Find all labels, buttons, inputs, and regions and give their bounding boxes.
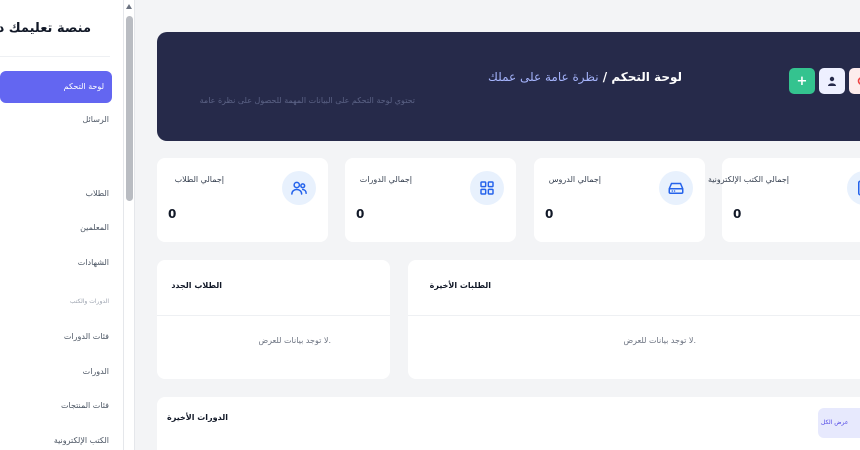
user-icon [828, 76, 836, 86]
brand-title: منصة تعليمك دوما [0, 21, 91, 36]
sidebar-item-certificates[interactable]: الشهادات [78, 258, 109, 267]
sidebar-item-product-categories[interactable]: فئات المنتجات [61, 401, 109, 410]
users-icon [282, 171, 316, 205]
scroll-thumb[interactable] [126, 16, 133, 201]
stat-value: 0 [168, 207, 177, 221]
panel-title: الدورات الأخيرة [167, 413, 228, 422]
sidebar: منصة تعليمك دوما لوحة التحكم الرسائل الط… [0, 0, 124, 450]
stat-card-ebooks: إجمالي الكتب الإلكترونية 0 [708, 158, 860, 242]
empty-state: .لا توجد بيانات للعرض [623, 336, 696, 345]
sidebar-item-students[interactable]: الطلاب [85, 189, 109, 198]
breadcrumb: نظرة عامة على عملك [488, 70, 599, 84]
stat-value: 0 [356, 207, 365, 221]
stat-label: إجمالي الدورات [359, 175, 412, 184]
plus-icon: + [796, 73, 808, 89]
add-button[interactable]: + [789, 68, 815, 94]
sidebar-item-messages[interactable]: الرسائل [83, 115, 110, 124]
view-all-button[interactable]: عرض الكل [818, 408, 860, 438]
sidebar-divider [0, 56, 110, 57]
red-action-button[interactable] [849, 68, 860, 94]
recent-orders-panel: الطلبات الأخيرة .لا توجد بيانات للعرض [408, 260, 860, 379]
book-icon [847, 171, 860, 205]
panel-title: الطلبات الأخيرة [429, 281, 491, 290]
scroll-up-arrow-icon[interactable] [126, 4, 132, 9]
stat-label: إجمالي الدروس [548, 175, 601, 184]
stat-card-courses: إجمالي الدورات 0 [345, 158, 516, 242]
page-title-main: لوحة التحكم [611, 70, 682, 84]
sidebar-item-ebooks[interactable]: الكتب الإلكترونية [54, 436, 109, 445]
user-button[interactable] [819, 68, 845, 94]
sidebar-item-teachers[interactable]: المعلمين [80, 223, 109, 232]
stat-label: إجمالي الكتب الإلكترونية [707, 175, 789, 184]
page-title: لوحة التحكم / نظرة عامة على عملك [488, 70, 682, 84]
sidebar-item-dashboard[interactable]: لوحة التحكم [0, 71, 112, 103]
panel-divider [157, 315, 390, 316]
sidebar-item-courses[interactable]: الدورات [83, 367, 109, 376]
stat-card-students: إجمالي الطلاب 0 [157, 158, 328, 242]
stat-value: 0 [545, 207, 554, 221]
empty-state: .لا توجد بيانات للعرض [258, 336, 331, 345]
grid-icon [470, 171, 504, 205]
sidebar-scrollbar[interactable] [124, 0, 135, 450]
drive-icon [659, 171, 693, 205]
panel-title: الطلاب الجدد [171, 281, 222, 290]
panel-divider [408, 315, 860, 316]
new-students-panel: الطلاب الجدد .لا توجد بيانات للعرض [157, 260, 390, 379]
dashboard-header: لوحة التحكم / نظرة عامة على عملك تحتوي ل… [157, 32, 860, 141]
page-subtitle: تحتوي لوحة التحكم على البيانات المهمة لل… [199, 96, 415, 105]
stat-label: إجمالي الطلاب [174, 175, 224, 184]
stat-card-lessons: إجمالي الدروس 0 [534, 158, 705, 242]
stat-value: 0 [733, 207, 742, 221]
breadcrumb-separator: / [598, 70, 612, 84]
sidebar-item-course-categories[interactable]: فئات الدورات [64, 332, 109, 341]
recent-courses-panel: الدورات الأخيرة [157, 397, 860, 450]
sidebar-section-label: الدورات والكتب [69, 298, 109, 305]
